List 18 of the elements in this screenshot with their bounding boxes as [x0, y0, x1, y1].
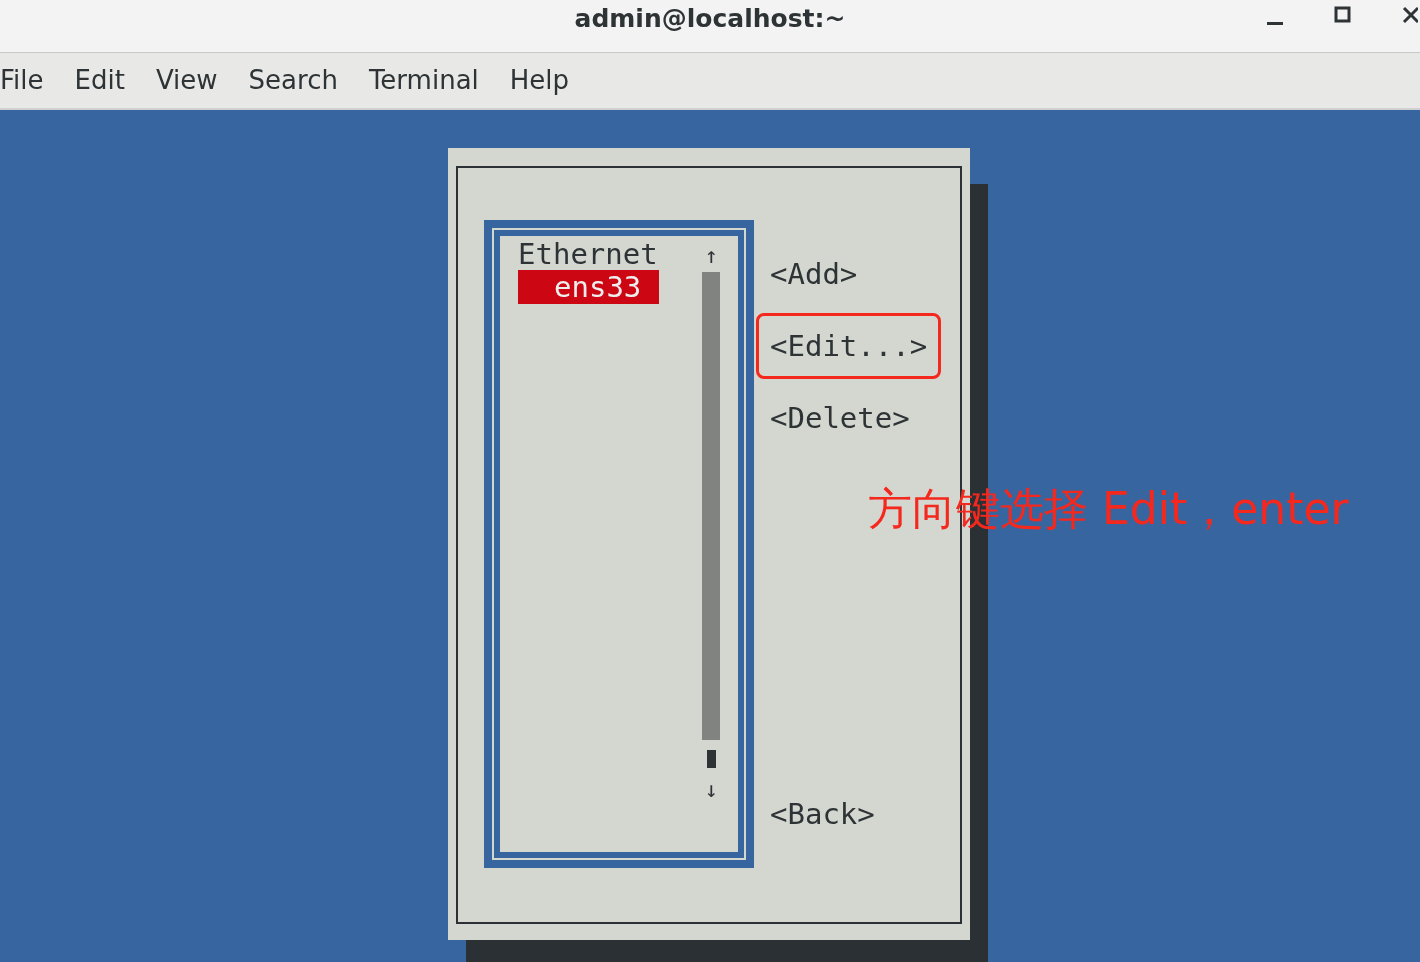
dialog-button[interactable]: <Add> — [756, 241, 872, 307]
scroll-up-arrow[interactable]: ↑ — [704, 240, 718, 272]
scroll-down-arrow[interactable]: ↓ — [704, 774, 718, 806]
menu-item[interactable]: Edit — [74, 61, 125, 100]
menu-item[interactable]: File — [0, 61, 44, 100]
scrollbar-thumb[interactable] — [706, 750, 716, 768]
dialog-button[interactable]: <Delete> — [756, 385, 924, 451]
connection-item[interactable]: ens33 — [518, 270, 660, 304]
list-header: Ethernet — [518, 238, 658, 270]
menu-item[interactable]: View — [155, 61, 218, 100]
menu-item[interactable]: Search — [248, 61, 338, 100]
window-title: admin@localhost:~ — [574, 3, 846, 36]
scrollbar-track[interactable] — [702, 272, 720, 740]
dialog-button[interactable]: <Edit...> — [756, 313, 942, 379]
annotation-text: 方向键选择 Edit，enter — [868, 482, 1349, 536]
dialog-button[interactable]: <Back> — [756, 781, 889, 847]
menu-item[interactable]: Terminal — [368, 61, 479, 100]
menu-item[interactable]: Help — [509, 61, 570, 100]
